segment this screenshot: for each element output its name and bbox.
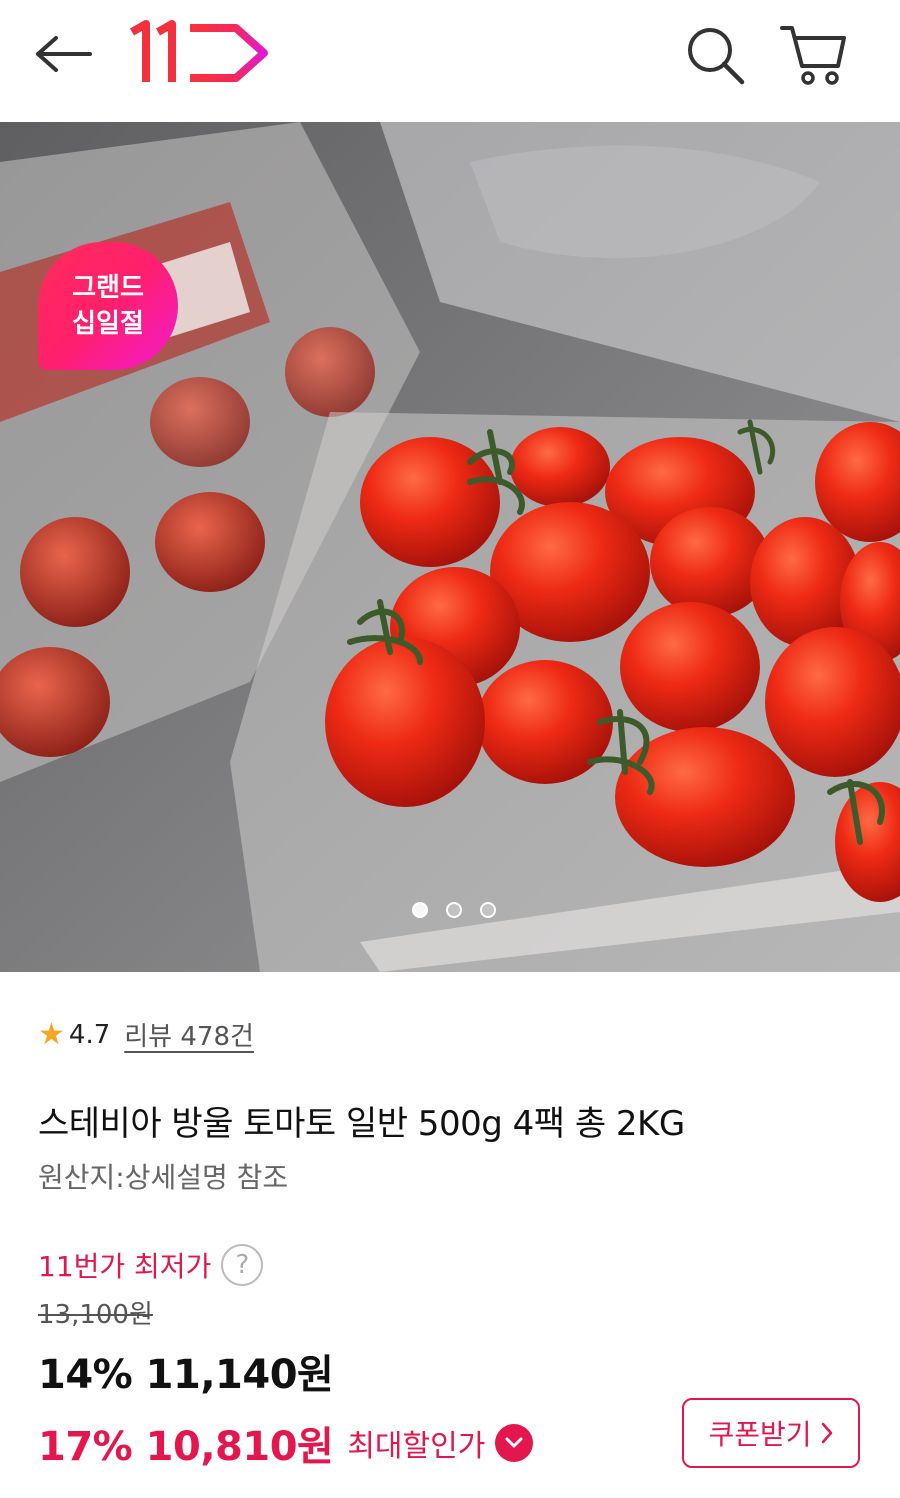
- star-icon: ★: [38, 1017, 65, 1052]
- lowest-price-label: 11번가 최저가: [38, 1250, 212, 1283]
- carousel-dot-3[interactable]: [480, 902, 496, 918]
- cart-button[interactable]: [778, 20, 850, 88]
- chevron-down-icon[interactable]: [495, 1424, 534, 1462]
- rating-row: ★ 4.7 리뷰 478건: [38, 1016, 254, 1053]
- max-discount-row[interactable]: 17% 10,810원 최대할인가: [38, 1414, 534, 1472]
- get-coupon-button[interactable]: 쿠폰받기: [682, 1398, 860, 1468]
- max-discount-price: 17% 10,810원: [38, 1424, 334, 1470]
- sale-price: 14% 11,140원: [38, 1352, 334, 1398]
- top-app-bar: [0, 0, 900, 122]
- carousel-indicator[interactable]: [412, 902, 496, 918]
- help-icon[interactable]: ?: [221, 1244, 264, 1286]
- back-button[interactable]: [32, 26, 96, 82]
- review-count-link[interactable]: 리뷰 478건: [124, 1016, 254, 1053]
- product-origin: 원산지:상세설명 참조: [38, 1161, 289, 1194]
- product-title: 스테비아 방울 토마토 일반 500g 4팩 총 2KG: [38, 1104, 685, 1144]
- badge-line1: 그랜드: [72, 273, 144, 303]
- carousel-dot-2[interactable]: [446, 902, 462, 918]
- cart-icon: [780, 26, 846, 85]
- max-discount-label: 최대할인가: [347, 1429, 486, 1464]
- chevron-right-icon: [821, 1422, 832, 1444]
- search-button[interactable]: [680, 20, 748, 88]
- product-image-carousel[interactable]: 그랜드 십일절: [0, 122, 900, 972]
- rating-value: 4.7: [68, 1019, 111, 1050]
- coupon-button-label: 쿠폰받기: [708, 1418, 812, 1451]
- lowest-price-label-row: 11번가 최저가 ?: [38, 1244, 264, 1286]
- search-icon: [688, 28, 745, 85]
- grand-sale-badge: 그랜드 십일절: [38, 242, 178, 370]
- back-arrow-icon: [36, 36, 92, 72]
- eleven-street-logo-icon: [130, 20, 268, 82]
- original-price: 13,100원: [38, 1300, 153, 1330]
- carousel-dot-1[interactable]: [412, 902, 428, 918]
- site-logo[interactable]: [128, 20, 278, 86]
- badge-line2: 십일절: [72, 309, 144, 339]
